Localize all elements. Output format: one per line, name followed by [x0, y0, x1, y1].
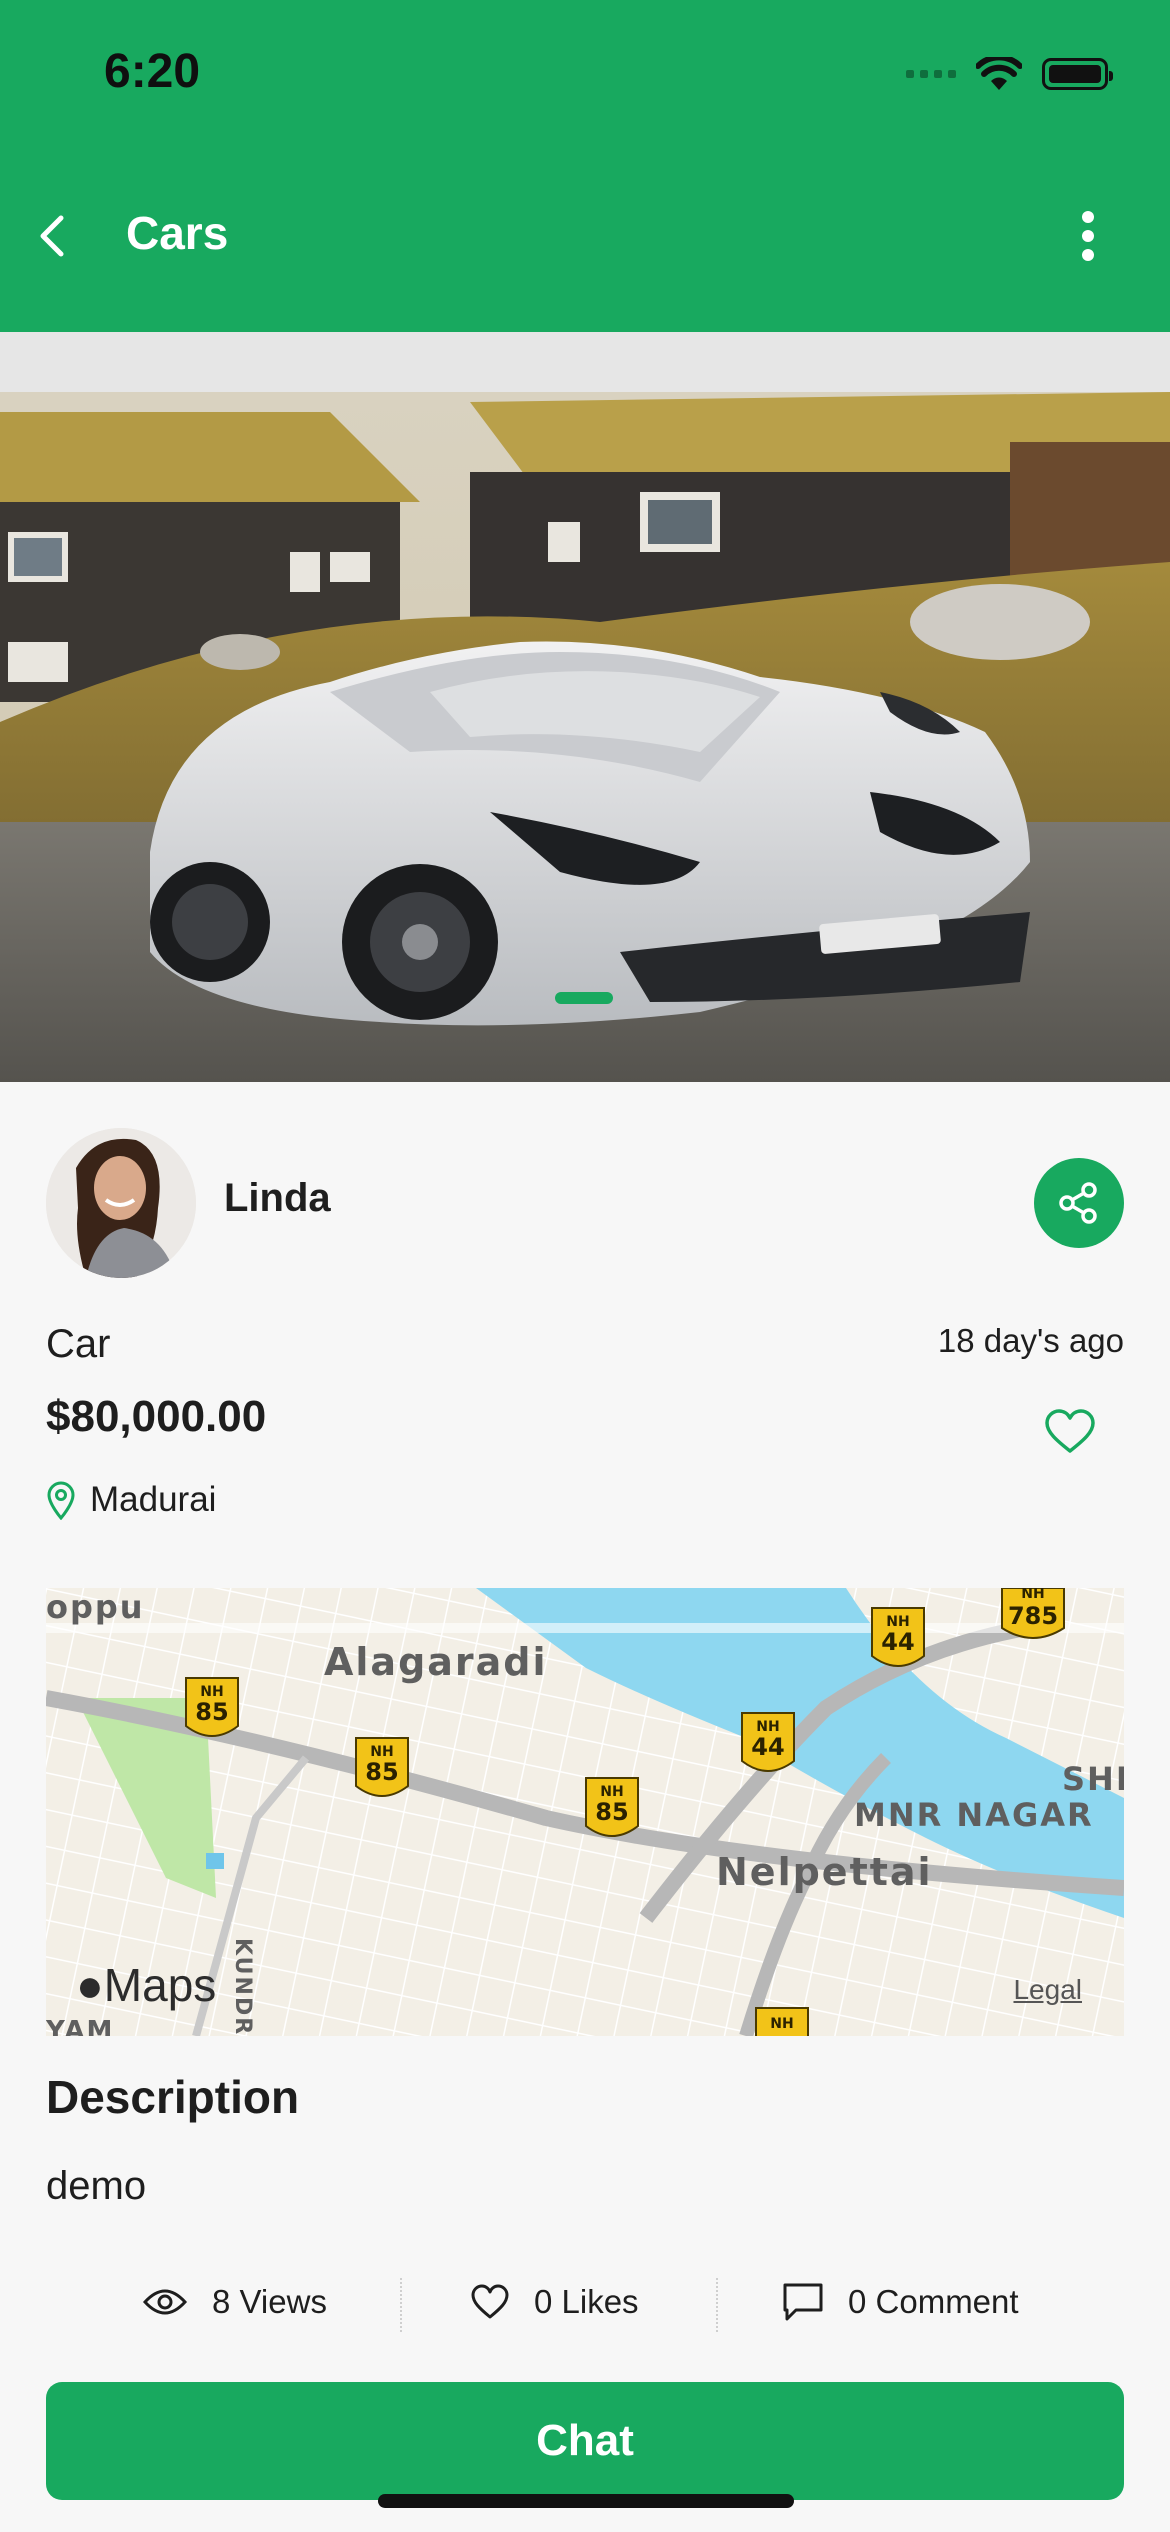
posted-date: 18 day's ago	[937, 1322, 1124, 1359]
likes-count: 0 Likes	[534, 2283, 639, 2320]
svg-text:44: 44	[751, 1733, 784, 1761]
seller-avatar[interactable]	[46, 1128, 196, 1278]
more-vertical-icon	[1082, 211, 1094, 261]
map-label-alagaradi: Alagaradi	[324, 1640, 548, 1684]
share-icon	[1059, 1182, 1097, 1224]
avatar-image	[46, 1128, 196, 1278]
location-map[interactable]: NH 85 NH 85 NH 85 NH 44 NH 44 NH 785 NH oppu A…	[46, 1588, 1124, 2036]
heart-outline-icon	[471, 2284, 509, 2319]
svg-text:NH: NH	[770, 2016, 793, 2032]
heart-outline-icon	[1045, 1409, 1095, 1453]
likes-stat: 0 Likes	[470, 2270, 639, 2334]
views-stat: 8 Views	[142, 2270, 327, 2334]
home-indicator[interactable]	[378, 2494, 794, 2508]
map-label-she: SHE	[1062, 1760, 1124, 1798]
views-count: 8 Views	[212, 2283, 327, 2320]
svg-text:85: 85	[365, 1758, 398, 1786]
product-title: Car	[46, 1322, 111, 1366]
location-row: Madurai	[46, 1480, 216, 1520]
car-photo	[0, 392, 1170, 1082]
description-text: demo	[46, 2164, 147, 2208]
stats-row: 8 Views 0 Likes 0 Comment	[0, 2270, 1170, 2334]
comments-stat: 0 Comment	[782, 2270, 1019, 2334]
page-title: Cars	[126, 207, 229, 259]
battery-icon	[1042, 58, 1113, 90]
description-heading: Description	[46, 2071, 300, 2123]
more-options-button[interactable]	[1064, 200, 1112, 272]
chat-button[interactable]: Chat	[46, 2382, 1124, 2500]
apple-logo-icon: ●	[76, 1959, 104, 2011]
svg-text:44: 44	[881, 1628, 914, 1656]
svg-text:85: 85	[595, 1798, 628, 1826]
map-label-mnr-nagar: MNR NAGAR	[854, 1796, 1094, 1834]
seller-name[interactable]: Linda	[224, 1176, 331, 1221]
map-label-nelpettai: Nelpettai	[716, 1850, 933, 1894]
header-spacer	[0, 332, 1170, 392]
map-label-yam: YAM	[46, 2016, 115, 2036]
product-price: $80,000.00	[46, 1392, 267, 1441]
chevron-left-icon	[40, 215, 64, 257]
cellular-signal-icon	[906, 70, 956, 78]
back-button[interactable]	[24, 200, 80, 272]
wifi-icon	[976, 57, 1022, 90]
stats-divider	[400, 2278, 402, 2332]
map-pin-icon	[47, 1481, 75, 1520]
comments-count: 0 Comment	[848, 2283, 1019, 2320]
svg-text:NH: NH	[1021, 1588, 1044, 1602]
share-button[interactable]	[1034, 1158, 1124, 1248]
map-label-kundra: KUNDRA	[230, 1938, 255, 2036]
apple-maps-logo: ●Maps	[76, 1958, 216, 2012]
status-time: 6:20	[104, 45, 201, 98]
status-icons	[906, 52, 1113, 96]
stats-divider	[716, 2278, 718, 2332]
map-label-oppu: oppu	[46, 1588, 145, 1626]
product-image-carousel[interactable]	[0, 392, 1170, 1082]
svg-text:85: 85	[195, 1698, 228, 1726]
map-legal-link[interactable]: Legal	[1013, 1974, 1082, 2006]
favorite-button[interactable]	[1040, 1404, 1100, 1460]
location-text: Madurai	[90, 1480, 217, 1519]
svg-text:785: 785	[1008, 1602, 1058, 1630]
eye-icon	[142, 2289, 188, 2315]
maps-logo-text: Maps	[103, 1959, 217, 2011]
comment-icon	[783, 2283, 823, 2321]
carousel-page-indicator	[555, 992, 613, 1004]
